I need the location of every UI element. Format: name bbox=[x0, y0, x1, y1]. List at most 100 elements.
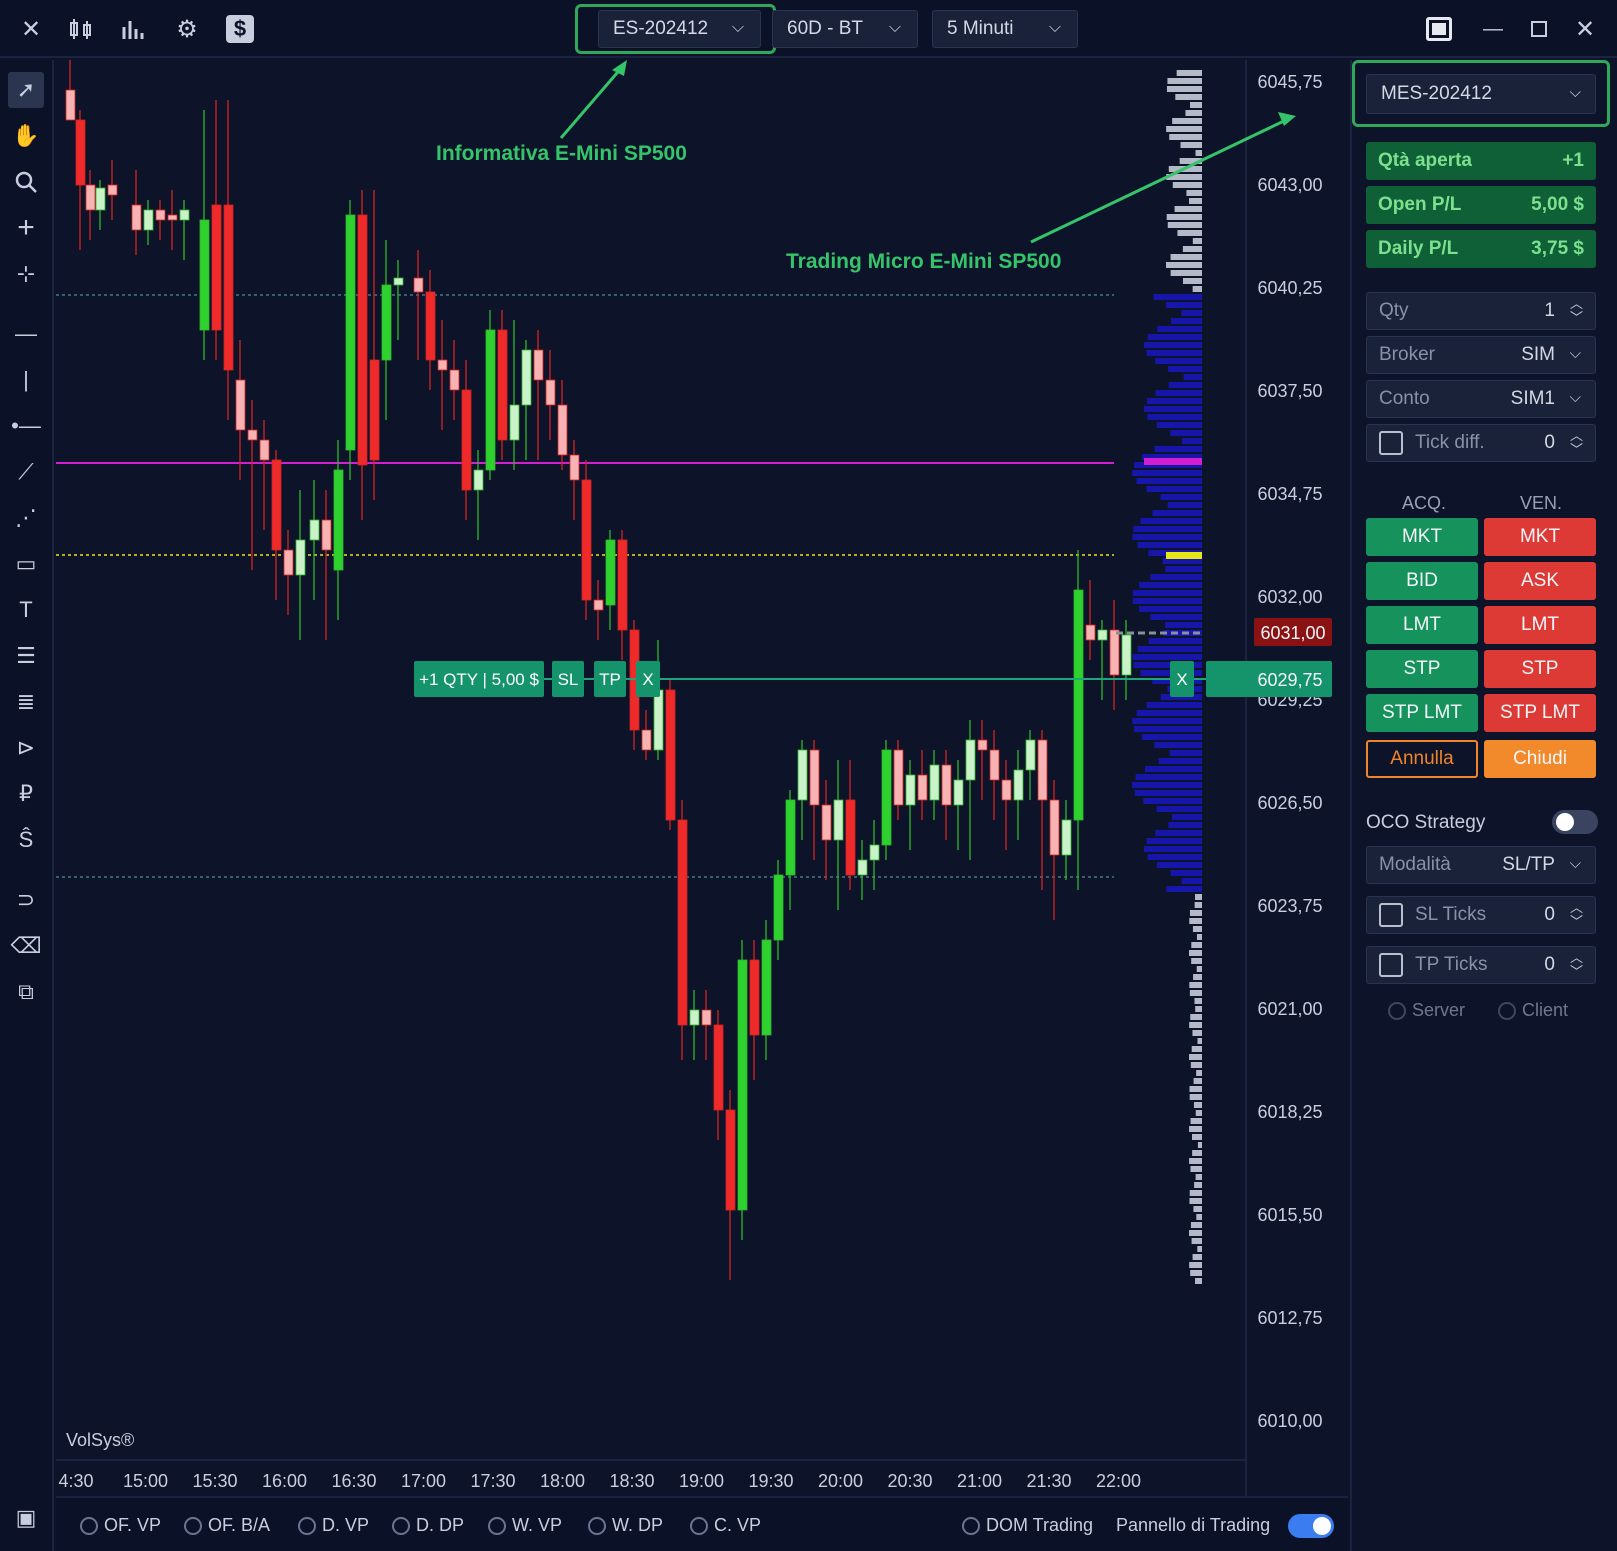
trading-symbol-select[interactable]: MES-202412 ⌵ bbox=[1366, 74, 1596, 114]
close-window-icon[interactable]: ✕ bbox=[1568, 12, 1602, 46]
close-position-x[interactable]: X bbox=[636, 661, 660, 697]
volume-profile-bar bbox=[1192, 238, 1202, 244]
fibonacci-icon[interactable]: ☰ bbox=[8, 638, 44, 674]
magnet-icon[interactable]: ⊃ bbox=[8, 882, 44, 918]
close-order-x[interactable]: X bbox=[1170, 661, 1194, 697]
time-tick-label: 21:30 bbox=[1026, 1471, 1071, 1491]
crosshair-icon[interactable]: + bbox=[8, 210, 44, 246]
trend-line-icon[interactable]: ⟋ bbox=[8, 454, 44, 490]
volume-profile-bar bbox=[1194, 902, 1202, 908]
option-d-dp[interactable]: D. DP bbox=[392, 1515, 464, 1536]
server-radio[interactable]: Server bbox=[1388, 1000, 1465, 1021]
add-layer-icon[interactable]: ⧉ bbox=[8, 974, 44, 1010]
close-position-x-text: X bbox=[642, 670, 653, 689]
volume-profile-bar bbox=[1166, 126, 1202, 132]
levels-icon[interactable]: ≣ bbox=[8, 684, 44, 720]
panel-toggle-icon[interactable] bbox=[1422, 12, 1456, 46]
hand-icon[interactable]: ✋ bbox=[8, 118, 44, 154]
spinner-icon[interactable]: ︿ ﹀ bbox=[1570, 297, 1583, 325]
price-tick-label: 6010,00 bbox=[1257, 1411, 1322, 1431]
close-chart-icon[interactable]: ✕ bbox=[14, 12, 48, 46]
option-dom-trading[interactable]: DOM Trading bbox=[962, 1515, 1093, 1536]
candle bbox=[569, 454, 580, 481]
option-c-vp[interactable]: C. VP bbox=[690, 1515, 761, 1536]
price-chart[interactable]: 6045,75 6043,00 6040,25 6037,50 6034,75 6032,… bbox=[56, 60, 1348, 1496]
zoom-icon[interactable] bbox=[8, 164, 44, 200]
pointer-icon[interactable]: ➚ bbox=[8, 72, 44, 108]
take-profit-button[interactable]: TP bbox=[594, 661, 626, 697]
client-radio[interactable]: Client bbox=[1498, 1000, 1568, 1021]
gear-icon[interactable]: ⚙ bbox=[170, 12, 204, 46]
dollar-icon[interactable]: $ bbox=[223, 12, 257, 46]
spinner-icon[interactable]: ︿ ﹀ bbox=[1570, 951, 1583, 979]
projection-icon[interactable]: ⊳ bbox=[8, 730, 44, 766]
candlestick-icon[interactable] bbox=[64, 12, 98, 46]
channel-icon[interactable]: ⋰ bbox=[8, 500, 44, 536]
option-of-vp[interactable]: OF. VP bbox=[80, 1515, 161, 1536]
magnet-cross-icon[interactable]: ⊹ bbox=[8, 256, 44, 292]
option-of-ba[interactable]: OF. B/A bbox=[184, 1515, 270, 1536]
tp-ticks-checkbox[interactable] bbox=[1379, 953, 1403, 977]
mode-select[interactable]: Modalità SL/TP ⌵ bbox=[1366, 846, 1596, 884]
buy-stp-button[interactable]: STP bbox=[1366, 650, 1478, 688]
buy-mkt-button[interactable]: MKT bbox=[1366, 518, 1478, 556]
sell-mkt-button[interactable]: MKT bbox=[1484, 518, 1596, 556]
price-tick-label: 6043,00 bbox=[1257, 175, 1322, 195]
sl-ticks-field[interactable]: SL Ticks 0 ︿ ﹀ bbox=[1366, 896, 1596, 934]
volume-profile-bar bbox=[1189, 918, 1202, 924]
option-w-dp[interactable]: W. DP bbox=[588, 1515, 663, 1536]
position-label[interactable]: +1 QTY | 5,00 $ bbox=[414, 661, 544, 697]
text-icon[interactable]: T bbox=[8, 592, 44, 628]
ray-icon[interactable]: •— bbox=[8, 408, 44, 444]
volume-profile-bar bbox=[1146, 398, 1202, 404]
volume-profile-bar bbox=[1166, 86, 1202, 92]
time-tick-label: 19:00 bbox=[679, 1471, 724, 1491]
period-select[interactable]: 60D - BT ⌵ bbox=[772, 10, 918, 48]
buy-bid-button[interactable]: BID bbox=[1366, 562, 1478, 600]
buy-lmt-button[interactable]: LMT bbox=[1366, 606, 1478, 644]
sl-ticks-checkbox[interactable] bbox=[1379, 903, 1403, 927]
minimize-icon[interactable]: — bbox=[1476, 12, 1510, 46]
maximize-icon[interactable] bbox=[1522, 12, 1556, 46]
volume-profile-bar bbox=[1190, 1166, 1202, 1172]
candle bbox=[211, 204, 222, 331]
trading-panel-toggle[interactable] bbox=[1288, 1514, 1334, 1538]
sell-lmt-button[interactable]: LMT bbox=[1484, 606, 1596, 644]
chart-canvas[interactable]: 6045,75 6043,00 6040,25 6037,50 6034,75 6032,… bbox=[56, 60, 1348, 1496]
sell-ask-button[interactable]: ASK bbox=[1484, 562, 1596, 600]
qty-field[interactable]: Qty 1 ︿ ﹀ bbox=[1366, 292, 1596, 330]
sell-stp-lmt-button[interactable]: STP LMT bbox=[1484, 694, 1596, 732]
option-w-vp[interactable]: W. VP bbox=[488, 1515, 562, 1536]
rectangle-icon[interactable]: ▭ bbox=[8, 546, 44, 582]
tp-ticks-field[interactable]: TP Ticks 0 ︿ ﹀ bbox=[1366, 946, 1596, 984]
stop-loss-button[interactable]: SL bbox=[552, 661, 584, 697]
tick-diff-field[interactable]: Tick diff. 0 ︿ ﹀ bbox=[1366, 424, 1596, 462]
candle bbox=[845, 799, 856, 876]
close-position-button[interactable]: Chiudi bbox=[1484, 740, 1596, 778]
buy-stp-lmt-button[interactable]: STP LMT bbox=[1366, 694, 1478, 732]
candle bbox=[869, 844, 880, 861]
timeframe-select[interactable]: 5 Minuti ⌵ bbox=[932, 10, 1078, 48]
candle bbox=[857, 859, 868, 876]
candle bbox=[247, 429, 258, 441]
bar-chart-icon[interactable] bbox=[116, 12, 150, 46]
symbol-select[interactable]: ES-202412 ⌵ bbox=[598, 10, 761, 48]
sell-stp-button[interactable]: STP bbox=[1484, 650, 1596, 688]
eraser-icon[interactable]: ⌫ bbox=[8, 928, 44, 964]
spinner-icon[interactable]: ︿ ﹀ bbox=[1570, 901, 1583, 929]
candle bbox=[833, 799, 844, 841]
option-d-vp[interactable]: D. VP bbox=[298, 1515, 369, 1536]
horizontal-line-icon[interactable]: — bbox=[8, 316, 44, 352]
oco-toggle[interactable] bbox=[1552, 810, 1598, 834]
candle bbox=[545, 379, 556, 406]
vertical-line-icon[interactable]: | bbox=[8, 362, 44, 398]
spinner-icon[interactable]: ︿ ﹀ bbox=[1570, 429, 1583, 457]
account-select[interactable]: Conto SIM1 ⌵ bbox=[1366, 380, 1596, 418]
screen-icon[interactable]: ▣ bbox=[8, 1500, 44, 1536]
cancel-button[interactable]: Annulla bbox=[1366, 740, 1478, 778]
tick-diff-checkbox[interactable] bbox=[1379, 431, 1403, 455]
broker-select[interactable]: Broker SIM ⌵ bbox=[1366, 336, 1596, 374]
price-range-icon[interactable]: ₽ bbox=[8, 776, 44, 812]
open-pl-row: Open P/L 5,00 $ bbox=[1366, 186, 1596, 224]
date-range-icon[interactable]: Ŝ bbox=[8, 822, 44, 858]
